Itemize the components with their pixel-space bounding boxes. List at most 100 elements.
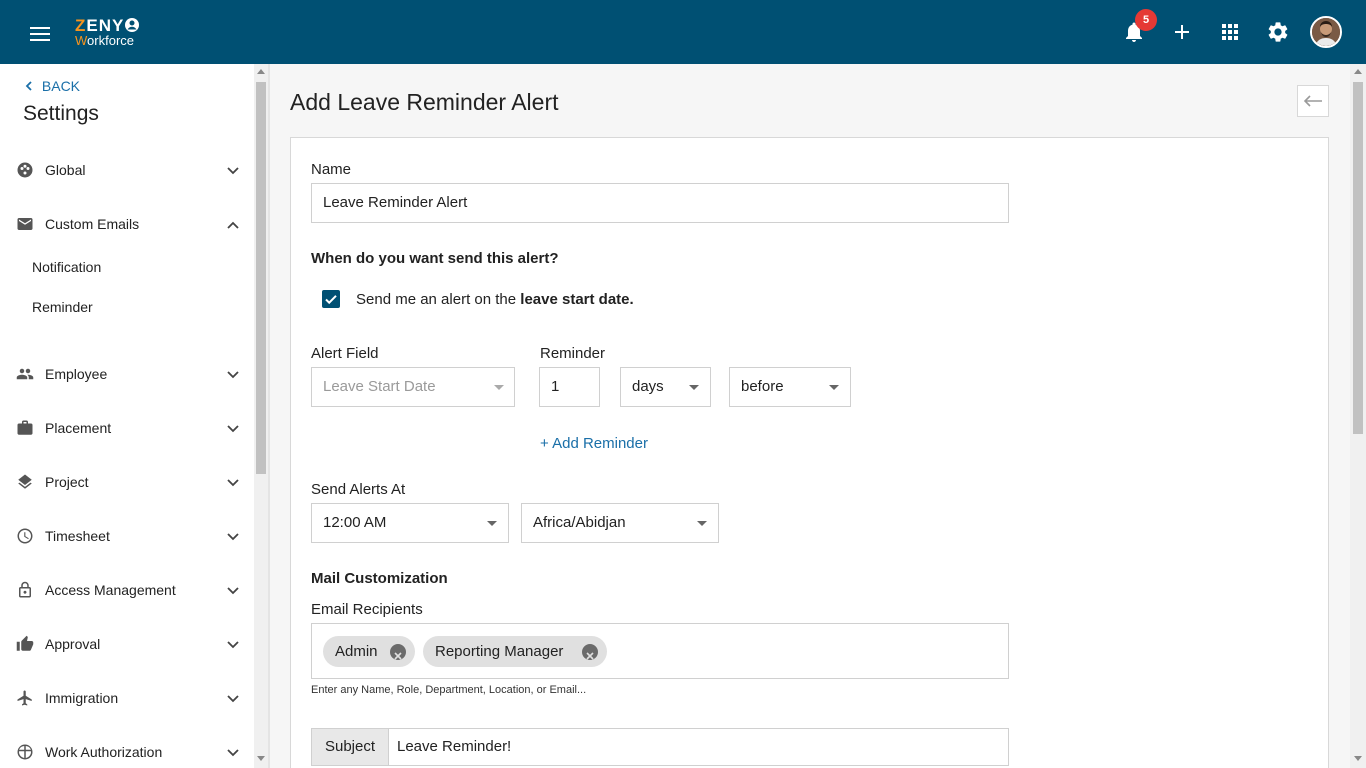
chevron-down-icon <box>227 371 239 379</box>
sidebar-item-placement[interactable]: Placement <box>0 409 254 449</box>
recipient-chip: Reporting Manager <box>423 636 607 667</box>
reminder-number-input[interactable]: 1 <box>539 367 600 407</box>
sidebar-item-approval[interactable]: Approval <box>0 625 254 665</box>
sidebar-item-project[interactable]: Project <box>0 463 254 503</box>
back-arrow-button[interactable] <box>1297 85 1329 117</box>
reminder-relation-select[interactable]: before <box>729 367 851 407</box>
sidebar-subitem-reminder[interactable]: Reminder <box>32 299 93 315</box>
remove-chip-icon[interactable] <box>582 644 598 660</box>
sidebar-item-immigration[interactable]: Immigration <box>0 679 254 719</box>
sidebar-item-label: Global <box>45 162 86 178</box>
sidebar-item-label: Approval <box>45 636 101 652</box>
briefcase-icon <box>17 420 33 435</box>
sidebar-item-custom-emails[interactable]: Custom Emails <box>0 205 254 245</box>
leave-start-checkbox[interactable] <box>322 290 340 308</box>
menu-icon[interactable] <box>30 27 50 41</box>
clock-icon <box>17 528 33 544</box>
send-time-select[interactable]: 12:00 AM <box>311 503 509 543</box>
back-link[interactable]: BACK <box>24 78 80 94</box>
name-input[interactable]: Leave Reminder Alert <box>311 183 1009 223</box>
sidebar-item-label: Work Authorization <box>45 744 163 760</box>
sidebar-item-label: Project <box>45 474 89 490</box>
chevron-down-icon <box>227 587 239 595</box>
globe-icon <box>17 744 33 760</box>
main-scrollbar[interactable] <box>1350 64 1366 768</box>
page-title: Add Leave Reminder Alert <box>290 89 559 115</box>
dropdown-caret-icon <box>494 385 504 390</box>
checkbox-label-bold: leave start date. <box>520 291 634 308</box>
lock-icon <box>19 581 31 598</box>
send-time-value: 12:00 AM <box>323 514 387 531</box>
sidebar-item-label: Placement <box>45 420 112 436</box>
dropdown-caret-icon <box>697 521 707 526</box>
dropdown-caret-icon <box>829 385 839 390</box>
reminder-label: Reminder <box>540 345 606 362</box>
when-heading: When do you want send this alert? <box>311 250 559 267</box>
notification-badge: 5 <box>1135 9 1157 31</box>
scroll-up-arrow-icon[interactable] <box>257 69 265 74</box>
dropdown-caret-icon <box>487 521 497 526</box>
mail-icon <box>17 218 33 230</box>
remove-chip-icon[interactable] <box>390 644 406 660</box>
subject-input[interactable]: Leave Reminder! <box>388 728 1009 766</box>
arrow-left-icon <box>1303 95 1322 107</box>
alert-field-label: Alert Field <box>311 345 379 362</box>
chevron-down-icon <box>227 641 239 649</box>
sidebar-item-label: Employee <box>45 366 108 382</box>
checkbox-label: Send me an alert on the leave start date… <box>356 291 634 308</box>
add-icon[interactable] <box>1170 20 1194 44</box>
layers-icon <box>18 474 32 489</box>
settings-sidebar: BACK Settings Global Custom Emails Notif… <box>0 64 254 768</box>
sidebar-item-label: Custom Emails <box>45 216 140 232</box>
add-reminder-link[interactable]: + Add Reminder <box>540 435 648 452</box>
chevron-down-icon <box>227 425 239 433</box>
chevron-down-icon <box>227 695 239 703</box>
reminder-unit-select[interactable]: days <box>620 367 711 407</box>
settings-gear-icon[interactable] <box>1266 20 1290 44</box>
recipients-hint: Enter any Name, Role, Department, Locati… <box>311 684 587 696</box>
alert-field-select[interactable]: Leave Start Date <box>311 367 515 407</box>
sidebar-item-timesheet[interactable]: Timesheet <box>0 517 254 557</box>
email-recipients-label: Email Recipients <box>311 601 423 618</box>
alert-field-value: Leave Start Date <box>323 378 436 395</box>
recipient-chip-label: Admin <box>335 643 378 660</box>
check-icon <box>325 295 337 305</box>
apps-grid-icon[interactable] <box>1218 20 1242 44</box>
subject-label: Subject <box>311 728 389 766</box>
reminder-unit-value: days <box>632 378 664 395</box>
recipient-chip: Admin <box>323 636 415 667</box>
timezone-select[interactable]: Africa/Abidjan <box>521 503 719 543</box>
scroll-down-arrow-icon[interactable] <box>257 756 265 761</box>
thumbs-up-icon <box>16 635 34 651</box>
sidebar-item-label: Timesheet <box>45 528 110 544</box>
airplane-icon <box>17 690 32 706</box>
timezone-value: Africa/Abidjan <box>533 514 626 531</box>
chevron-up-icon <box>227 221 239 229</box>
top-bar: ZENY Workforce 5 <box>0 0 1366 64</box>
recipient-chip-label: Reporting Manager <box>435 643 564 660</box>
sidebar-title: Settings <box>23 102 99 125</box>
scroll-up-arrow-icon[interactable] <box>1354 69 1362 74</box>
dropdown-caret-icon <box>689 385 699 390</box>
email-recipients-input[interactable]: Admin Reporting Manager <box>311 623 1009 679</box>
scrollbar-thumb[interactable] <box>256 82 266 474</box>
checkbox-label-prefix: Send me an alert on the <box>356 291 517 308</box>
user-avatar[interactable] <box>1310 16 1342 48</box>
chevron-down-icon <box>227 749 239 757</box>
chevron-down-icon <box>227 533 239 541</box>
app-logo[interactable]: ZENY Workforce <box>75 17 140 47</box>
sidebar-item-employee[interactable]: Employee <box>0 355 254 395</box>
scroll-down-arrow-icon[interactable] <box>1354 756 1362 761</box>
scrollbar-thumb[interactable] <box>1353 82 1363 434</box>
reminder-relation-value: before <box>741 378 784 395</box>
sidebar-item-work-authorization[interactable]: Work Authorization <box>0 733 254 768</box>
chevron-down-icon <box>227 479 239 487</box>
divider <box>268 64 270 768</box>
sidebar-subitem-notification[interactable]: Notification <box>32 259 101 275</box>
sidebar-item-global[interactable]: Global <box>0 151 254 191</box>
mail-customization-heading: Mail Customization <box>311 570 448 587</box>
sidebar-item-access-management[interactable]: Access Management <box>0 571 254 611</box>
globe-icon <box>17 162 33 178</box>
send-alerts-label: Send Alerts At <box>311 481 406 498</box>
sidebar-scrollbar[interactable] <box>254 64 268 768</box>
